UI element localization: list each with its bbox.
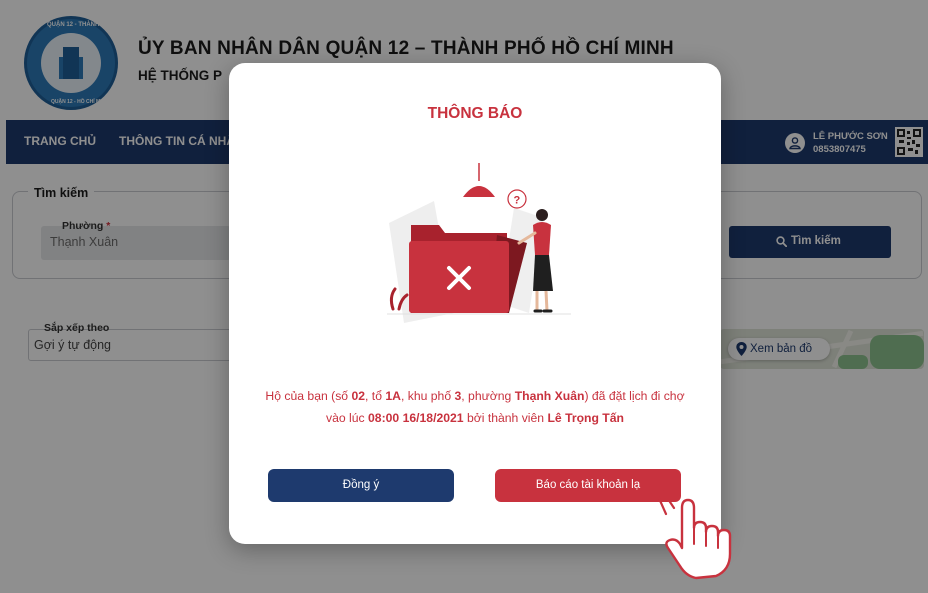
- msg-ward: Thạnh Xuân: [514, 389, 585, 403]
- msg-datetime: 08:00 16/18/2021: [368, 411, 464, 425]
- folder-error-illustration: ?: [387, 163, 571, 323]
- woman-skirt: [533, 255, 553, 291]
- question-mark: ?: [514, 195, 521, 207]
- confirm-button[interactable]: Đồng ý: [268, 469, 454, 502]
- lamp-shade: [463, 186, 495, 197]
- screen: QUẬN 12 - THÀNH PHỐ HỒ CHÍ MINH QUẬN 12 …: [0, 0, 928, 593]
- msg-text: , tổ: [365, 389, 386, 403]
- woman-top: [533, 222, 551, 255]
- msg-member: Lê Trọng Tấn: [547, 411, 624, 425]
- msg-text: , khu phố: [400, 389, 455, 403]
- msg-text: Hộ của bạn (số: [265, 389, 352, 403]
- msg-house-no: 02: [351, 389, 366, 403]
- woman-legs: [535, 290, 549, 312]
- msg-text: , phường: [461, 389, 515, 403]
- msg-text: bởi thành viên: [463, 411, 548, 425]
- msg-group: 1A: [385, 389, 401, 403]
- modal-message: Hộ của bạn (số 02, tổ 1A, khu phố 3, phư…: [259, 385, 691, 429]
- notification-modal: THÔNG BÁO ? Hộ của bạn (số 02, tổ 1A, kh…: [229, 63, 721, 544]
- pointing-hand-icon: [656, 488, 732, 580]
- woman-head: [536, 209, 548, 221]
- modal-title: THÔNG BÁO: [427, 105, 523, 122]
